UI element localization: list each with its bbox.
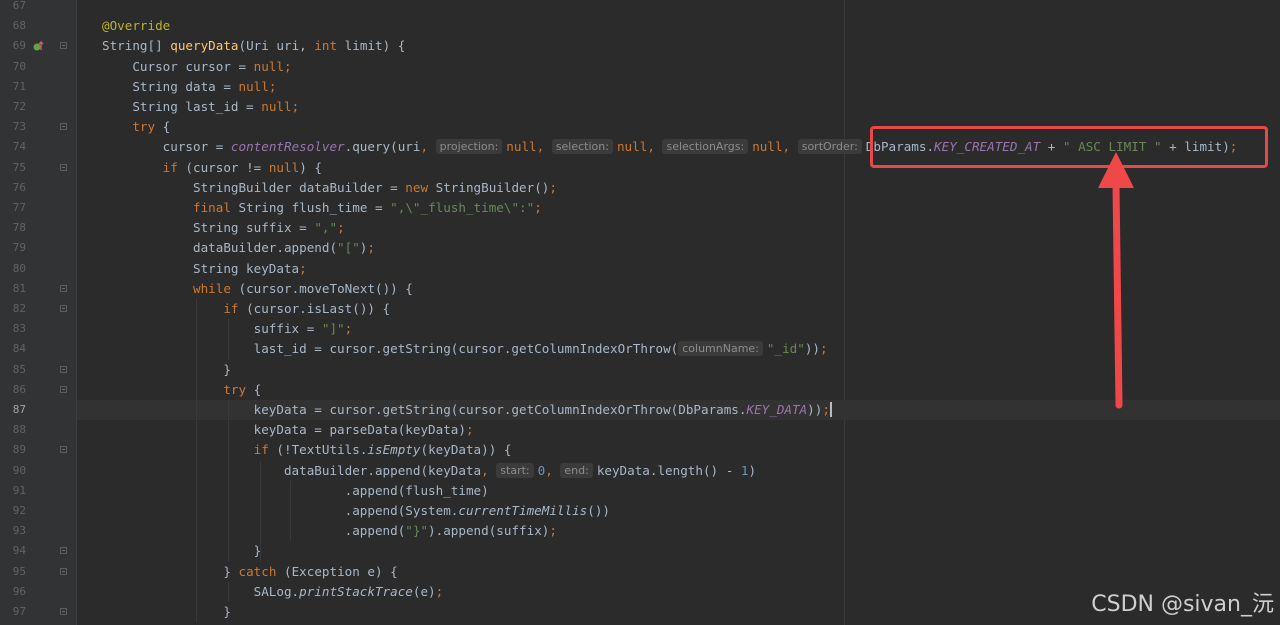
code-editor[interactable]: 67 68 @Override 69 String[] queryData(Uri ur…	[0, 0, 1280, 625]
watermark: CSDN @sivan_沅	[1091, 592, 1274, 617]
annotation-arrow-icon	[1098, 152, 1134, 409]
